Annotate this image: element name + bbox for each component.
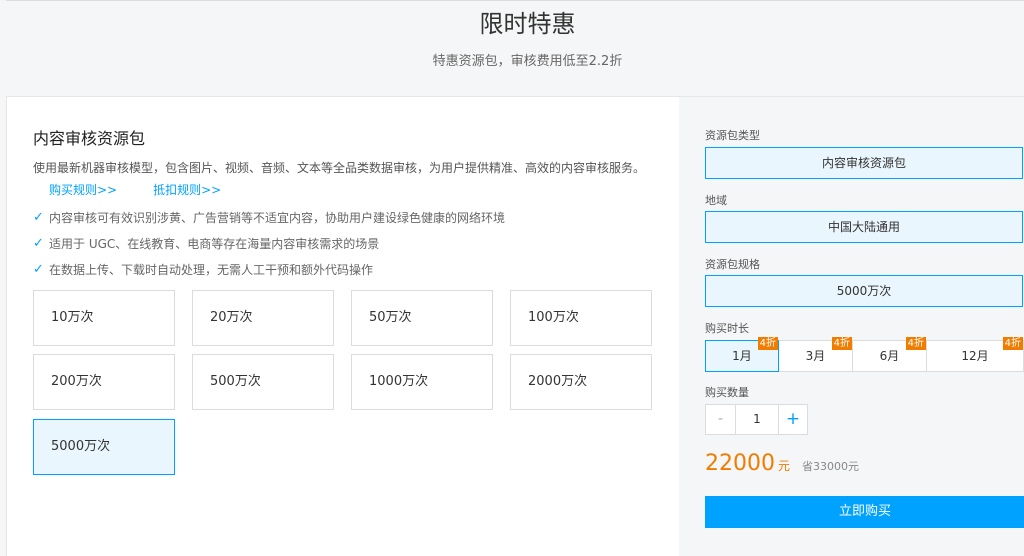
feature-text: 内容审核可有效识别涉黄、广告营销等不适宜内容，协助用户建设绿色健康的网络环境 xyxy=(49,211,506,225)
spec-option[interactable]: 2000万次 xyxy=(510,354,652,410)
discount-badge: 4折 xyxy=(1002,337,1023,350)
purchase-config-panel: 资源包类型 内容审核资源包 地域 中国大陆通用 资源包规格 5000万次 购买时… xyxy=(679,97,1024,556)
top-divider xyxy=(6,0,1024,1)
discount-badge: 4折 xyxy=(757,337,778,350)
discount-badge: 4折 xyxy=(831,337,852,350)
duration-text: 3月 xyxy=(805,349,826,363)
spec-option[interactable]: 100万次 xyxy=(510,290,652,346)
region-select[interactable]: 中国大陆通用 xyxy=(705,211,1023,243)
duration-option-12m[interactable]: 12月 4折 xyxy=(926,337,1024,372)
package-card: 内容审核资源包 使用最新机器审核模型，包含图片、视频、音频、文本等全品类数据审核… xyxy=(6,96,1024,556)
duration-text: 12月 xyxy=(961,349,989,363)
package-description-text: 使用最新机器审核模型，包含图片、视频、音频、文本等全品类数据审核，为用户提供精准… xyxy=(33,161,646,175)
spec-option[interactable]: 200万次 xyxy=(33,354,175,410)
deduction-rules-link[interactable]: 抵扣规则>> xyxy=(153,183,221,197)
feature-text: 适用于 UGC、在线教育、电商等存在海量内容审核需求的场景 xyxy=(49,237,380,251)
feature-text: 在数据上传、下载时自动处理，无需人工干预和额外代码操作 xyxy=(49,263,374,277)
discount-badge: 4折 xyxy=(905,337,926,350)
package-info-panel: 内容审核资源包 使用最新机器审核模型，包含图片、视频、音频、文本等全品类数据审核… xyxy=(7,97,679,556)
feature-item: ✓ 适用于 UGC、在线教育、电商等存在海量内容审核需求的场景 xyxy=(33,234,505,260)
price-unit: 元 xyxy=(778,459,791,473)
package-title: 内容审核资源包 xyxy=(33,129,146,148)
spec-option[interactable]: 50万次 xyxy=(351,290,493,346)
spec-option[interactable]: 10万次 xyxy=(33,290,175,346)
duration-text: 6月 xyxy=(879,349,900,363)
spec-option[interactable]: 20万次 xyxy=(192,290,334,346)
duration-option-1m[interactable]: 1月 4折 xyxy=(705,337,779,372)
region-label: 地域 xyxy=(705,194,727,207)
check-icon: ✓ xyxy=(33,236,44,251)
buy-now-button[interactable]: 立即购买 xyxy=(705,496,1024,528)
spec-option[interactable]: 500万次 xyxy=(192,354,334,410)
spec-label: 资源包规格 xyxy=(705,258,760,271)
quantity-input[interactable]: 1 xyxy=(736,405,778,434)
feature-item: ✓ 在数据上传、下载时自动处理，无需人工干预和额外代码操作 xyxy=(33,260,505,286)
quantity-stepper: - 1 + xyxy=(705,404,808,435)
spec-option[interactable]: 1000万次 xyxy=(351,354,493,410)
page-subtitle: 特惠资源包，审核费用低至2.2折 xyxy=(432,54,623,69)
price-amount: 22000 xyxy=(705,451,775,476)
package-description: 使用最新机器审核模型，包含图片、视频、音频、文本等全品类数据审核，为用户提供精准… xyxy=(33,157,653,201)
check-icon: ✓ xyxy=(33,210,44,225)
spec-select[interactable]: 5000万次 xyxy=(705,275,1023,307)
quantity-minus-button[interactable]: - xyxy=(706,405,736,434)
price-row: 22000 元省33000元 xyxy=(705,451,859,476)
package-type-select[interactable]: 内容审核资源包 xyxy=(705,147,1023,179)
duration-text: 1月 xyxy=(732,349,752,363)
duration-label: 购买时长 xyxy=(705,322,749,335)
page-title: 限时特惠 xyxy=(479,10,576,38)
package-type-label: 资源包类型 xyxy=(705,129,760,142)
feature-item: ✓ 内容审核可有效识别涉黄、广告营销等不适宜内容，协助用户建设绿色健康的网络环境 xyxy=(33,208,505,234)
savings-text: 省33000元 xyxy=(802,460,860,473)
duration-option-6m[interactable]: 6月 4折 xyxy=(852,337,927,372)
duration-option-3m[interactable]: 3月 4折 xyxy=(778,337,853,372)
spec-option-selected[interactable]: 5000万次 xyxy=(33,419,175,475)
purchase-rules-link[interactable]: 购买规则>> xyxy=(49,183,117,197)
check-icon: ✓ xyxy=(33,262,44,277)
quantity-plus-button[interactable]: + xyxy=(778,405,807,434)
quantity-label: 购买数量 xyxy=(705,386,749,399)
feature-list: ✓ 内容审核可有效识别涉黄、广告营销等不适宜内容，协助用户建设绿色健康的网络环境 … xyxy=(33,208,505,286)
